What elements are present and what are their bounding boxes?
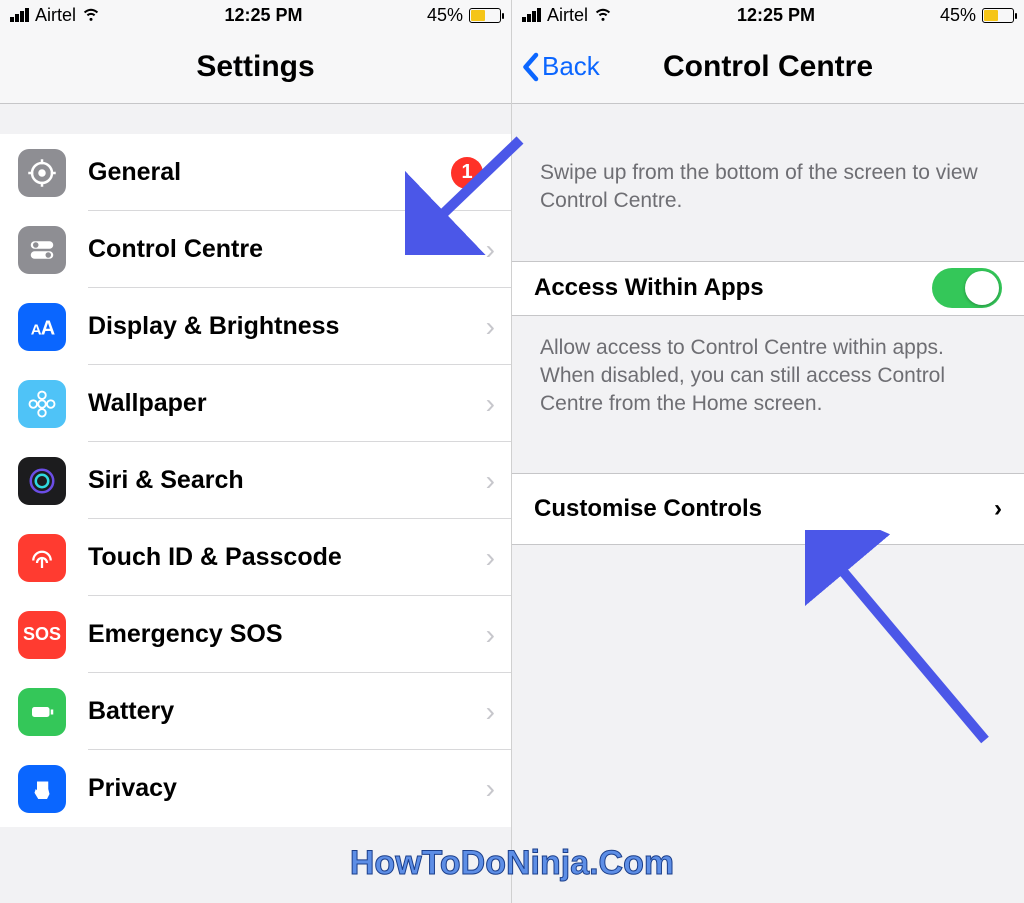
control-centre-header: Back Control Centre xyxy=(512,30,1024,104)
row-label: Display & Brightness xyxy=(88,312,486,341)
access-label: Access Within Apps xyxy=(534,274,932,302)
watermark-text: HowToDoNinja.Com xyxy=(0,844,1024,883)
settings-row-siri[interactable]: Siri & Search › xyxy=(0,442,511,519)
status-bar: Airtel 12:25 PM 45% xyxy=(512,0,1024,30)
page-title: Control Centre xyxy=(663,50,873,84)
wifi-icon xyxy=(82,4,100,27)
chevron-right-icon: › xyxy=(486,311,495,343)
cell-signal-icon xyxy=(10,8,29,22)
access-description: Allow access to Control Centre within ap… xyxy=(512,316,1024,443)
toggles-icon xyxy=(18,226,66,274)
access-within-apps-row[interactable]: Access Within Apps xyxy=(512,261,1024,316)
settings-row-touchid[interactable]: Touch ID & Passcode › xyxy=(0,519,511,596)
flower-icon xyxy=(18,380,66,428)
sos-icon: SOS xyxy=(18,611,66,659)
row-label: Siri & Search xyxy=(88,466,486,495)
back-label: Back xyxy=(542,51,600,82)
siri-icon xyxy=(18,457,66,505)
chevron-right-icon: › xyxy=(486,542,495,574)
back-button[interactable]: Back xyxy=(520,30,600,103)
row-label: General xyxy=(88,158,451,187)
settings-row-emergency[interactable]: SOS Emergency SOS › xyxy=(0,596,511,673)
carrier-label: Airtel xyxy=(35,5,76,26)
row-label: Privacy xyxy=(88,774,486,803)
status-bar: Airtel 12:25 PM 45% xyxy=(0,0,511,30)
settings-row-battery[interactable]: Battery › xyxy=(0,673,511,750)
hand-icon xyxy=(18,765,66,813)
chevron-right-icon: › xyxy=(486,773,495,805)
wifi-icon xyxy=(594,4,612,27)
page-title: Settings xyxy=(196,50,314,84)
carrier-label: Airtel xyxy=(547,5,588,26)
customise-controls-row[interactable]: Customise Controls › xyxy=(512,473,1024,545)
clock-time: 12:25 PM xyxy=(224,5,302,26)
access-toggle[interactable] xyxy=(932,268,1002,308)
row-label: Emergency SOS xyxy=(88,620,486,649)
clock-time: 12:25 PM xyxy=(737,5,815,26)
fingerprint-icon xyxy=(18,534,66,582)
settings-list: General 1 Control Centre › AA Display & … xyxy=(0,134,511,827)
swipe-description: Swipe up from the bottom of the screen t… xyxy=(512,104,1024,261)
text-size-icon: AA xyxy=(18,303,66,351)
chevron-right-icon: › xyxy=(486,388,495,420)
settings-row-privacy[interactable]: Privacy › xyxy=(0,750,511,827)
settings-row-wallpaper[interactable]: Wallpaper › xyxy=(0,365,511,442)
gear-icon xyxy=(18,149,66,197)
chevron-right-icon: › xyxy=(486,696,495,728)
cell-signal-icon xyxy=(522,8,541,22)
customise-label: Customise Controls xyxy=(534,495,762,523)
settings-screen: Airtel 12:25 PM 45% Settings General 1 xyxy=(0,0,512,903)
settings-row-display[interactable]: AA Display & Brightness › xyxy=(0,288,511,365)
row-label: Touch ID & Passcode xyxy=(88,543,486,572)
settings-row-general[interactable]: General 1 xyxy=(0,134,511,211)
chevron-right-icon: › xyxy=(486,619,495,651)
battery-full-icon xyxy=(18,688,66,736)
svg-text:A: A xyxy=(41,317,55,339)
row-label: Battery xyxy=(88,697,486,726)
chevron-right-icon: › xyxy=(994,495,1002,523)
settings-header: Settings xyxy=(0,30,511,104)
settings-row-control-centre[interactable]: Control Centre › xyxy=(0,211,511,288)
battery-icon xyxy=(982,8,1014,23)
chevron-right-icon: › xyxy=(486,465,495,497)
battery-icon xyxy=(469,8,501,23)
battery-percent: 45% xyxy=(427,5,463,26)
row-label: Wallpaper xyxy=(88,389,486,418)
row-label: Control Centre xyxy=(88,235,486,264)
chevron-left-icon xyxy=(520,52,540,82)
chevron-right-icon: › xyxy=(486,234,495,266)
control-centre-screen: Airtel 12:25 PM 45% Back Control Centre … xyxy=(512,0,1024,903)
notification-badge: 1 xyxy=(451,157,483,189)
battery-percent: 45% xyxy=(940,5,976,26)
